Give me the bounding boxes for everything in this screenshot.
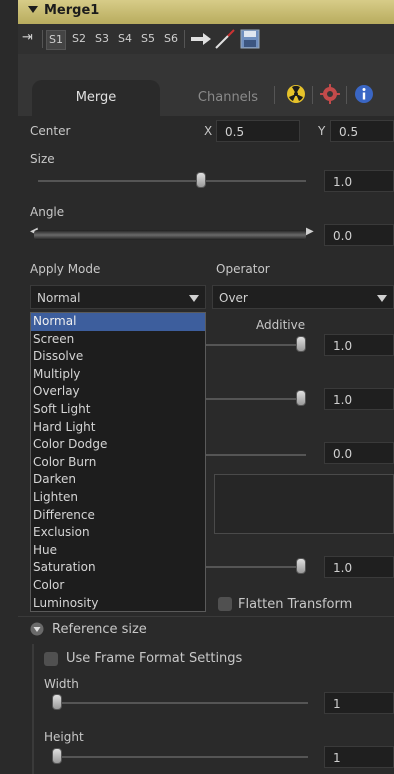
angle-label: Angle — [30, 205, 65, 219]
width-label: Width — [44, 677, 79, 691]
additive-label: Additive — [256, 318, 306, 332]
reference-collapse-icon[interactable] — [30, 622, 44, 636]
size-input[interactable]: 1.0 — [324, 170, 394, 192]
flatten-transform-label: Flatten Transform — [238, 597, 353, 612]
slot-s1-button[interactable]: S1 — [46, 30, 66, 50]
list-item[interactable]: Lighten — [31, 489, 205, 507]
height-input[interactable]: 1 — [324, 746, 394, 768]
use-frame-format-label: Use Frame Format Settings — [66, 651, 243, 666]
width-input[interactable]: 1 — [324, 692, 394, 714]
tab-merge[interactable]: Merge — [32, 80, 160, 116]
apply-mode-dropdown-list[interactable]: Normal Screen Dissolve Multiply Overlay … — [30, 312, 206, 612]
tab-separator — [274, 86, 275, 104]
center-y-label: Y — [318, 124, 326, 138]
flatten-transform-checkbox[interactable] — [218, 597, 232, 611]
blend-input[interactable]: 1.0 — [324, 388, 394, 410]
center-y-input[interactable]: 0.5 — [330, 120, 394, 142]
height-slider-track[interactable] — [52, 756, 308, 758]
radioactive-icon[interactable] — [286, 84, 306, 104]
list-item[interactable]: Hue — [31, 542, 205, 560]
blend-slider-knob[interactable] — [296, 390, 306, 406]
chevron-down-icon — [189, 295, 199, 302]
operator-label: Operator — [216, 262, 270, 276]
list-item[interactable]: Normal — [31, 313, 205, 331]
info-icon[interactable] — [354, 84, 374, 104]
list-item[interactable]: Darken — [31, 471, 205, 489]
slot-s4-button[interactable]: S4 — [116, 30, 134, 48]
list-item[interactable]: Color — [31, 577, 205, 595]
gain-slider-track[interactable] — [206, 454, 306, 456]
list-item[interactable]: Difference — [31, 507, 205, 525]
center-label: Center — [30, 124, 71, 138]
slot-s2-button[interactable]: S2 — [70, 30, 88, 48]
preview-box — [214, 474, 394, 534]
toolbar-separator — [42, 30, 43, 48]
size-slider-track[interactable] — [38, 180, 306, 182]
toolbar-separator — [184, 30, 185, 48]
row4-slider-knob[interactable] — [296, 558, 306, 574]
height-slider-knob[interactable] — [52, 748, 62, 764]
tab-separator — [312, 86, 313, 104]
divider — [18, 616, 394, 617]
tab-bar: Merge Channels — [18, 54, 394, 116]
operator-select[interactable]: Over — [212, 285, 394, 309]
size-label: Size — [30, 152, 55, 166]
collapse-triangle-icon[interactable] — [28, 6, 38, 13]
list-item[interactable]: Multiply — [31, 366, 205, 384]
center-x-label: X — [204, 124, 213, 138]
tab-separator — [346, 86, 347, 104]
list-item[interactable]: Dissolve — [31, 348, 205, 366]
use-frame-format-checkbox[interactable] — [44, 652, 58, 666]
arrow-right-icon[interactable] — [190, 32, 212, 46]
slot-s6-button[interactable]: S6 — [162, 30, 180, 48]
blend-slider-track[interactable] — [206, 398, 306, 400]
operator-value: Over — [219, 291, 248, 305]
angle-thumbwheel[interactable] — [34, 230, 306, 240]
slot-s5-button[interactable]: S5 — [139, 30, 157, 48]
apply-mode-select[interactable]: Normal — [30, 285, 206, 309]
list-item[interactable]: Luminosity — [31, 595, 205, 613]
additive-slider-knob[interactable] — [296, 336, 306, 352]
tool-panel: Merge1 ⇥ S1 S2 S3 S4 S5 S6 Merge Channel… — [0, 0, 394, 774]
list-item[interactable]: Exclusion — [31, 524, 205, 542]
gear-icon[interactable] — [320, 84, 340, 104]
gain-input[interactable]: 0.0 — [324, 442, 394, 464]
size-slider-knob[interactable] — [196, 172, 206, 188]
chevron-down-icon — [377, 295, 387, 302]
list-item[interactable]: Overlay — [31, 383, 205, 401]
row4-input[interactable]: 1.0 — [324, 556, 394, 578]
apply-mode-value: Normal — [37, 291, 81, 305]
list-item[interactable]: Color Dodge — [31, 436, 205, 454]
arrow-in-icon[interactable]: ⇥ — [22, 30, 33, 45]
center-x-input[interactable]: 0.5 — [216, 120, 300, 142]
tab-channels[interactable]: Channels — [178, 80, 278, 116]
width-slider-track[interactable] — [52, 702, 308, 704]
list-item[interactable]: Hard Light — [31, 419, 205, 437]
tool-title: Merge1 — [44, 3, 100, 18]
additive-input[interactable]: 1.0 — [324, 334, 394, 356]
row4-slider-track[interactable] — [206, 566, 306, 568]
tool-title-bar[interactable]: Merge1 — [18, 0, 394, 24]
pick-wand-icon[interactable] — [214, 28, 236, 50]
slot-s3-button[interactable]: S3 — [93, 30, 111, 48]
reference-size-label: Reference size — [52, 622, 147, 637]
angle-right-arrow-icon[interactable]: ▶ — [306, 226, 314, 237]
list-item[interactable]: Color Burn — [31, 454, 205, 472]
save-icon[interactable] — [240, 29, 260, 49]
list-item[interactable]: Saturation — [31, 559, 205, 577]
height-label: Height — [44, 730, 84, 744]
angle-input[interactable]: 0.0 — [324, 224, 394, 246]
list-item[interactable]: Soft Light — [31, 401, 205, 419]
apply-mode-label: Apply Mode — [30, 262, 101, 276]
width-slider-knob[interactable] — [52, 694, 62, 710]
section-indent-line — [32, 644, 34, 774]
list-item[interactable]: Screen — [31, 331, 205, 349]
additive-slider-track[interactable] — [206, 344, 306, 346]
toolbar: ⇥ S1 S2 S3 S4 S5 S6 — [18, 24, 394, 54]
